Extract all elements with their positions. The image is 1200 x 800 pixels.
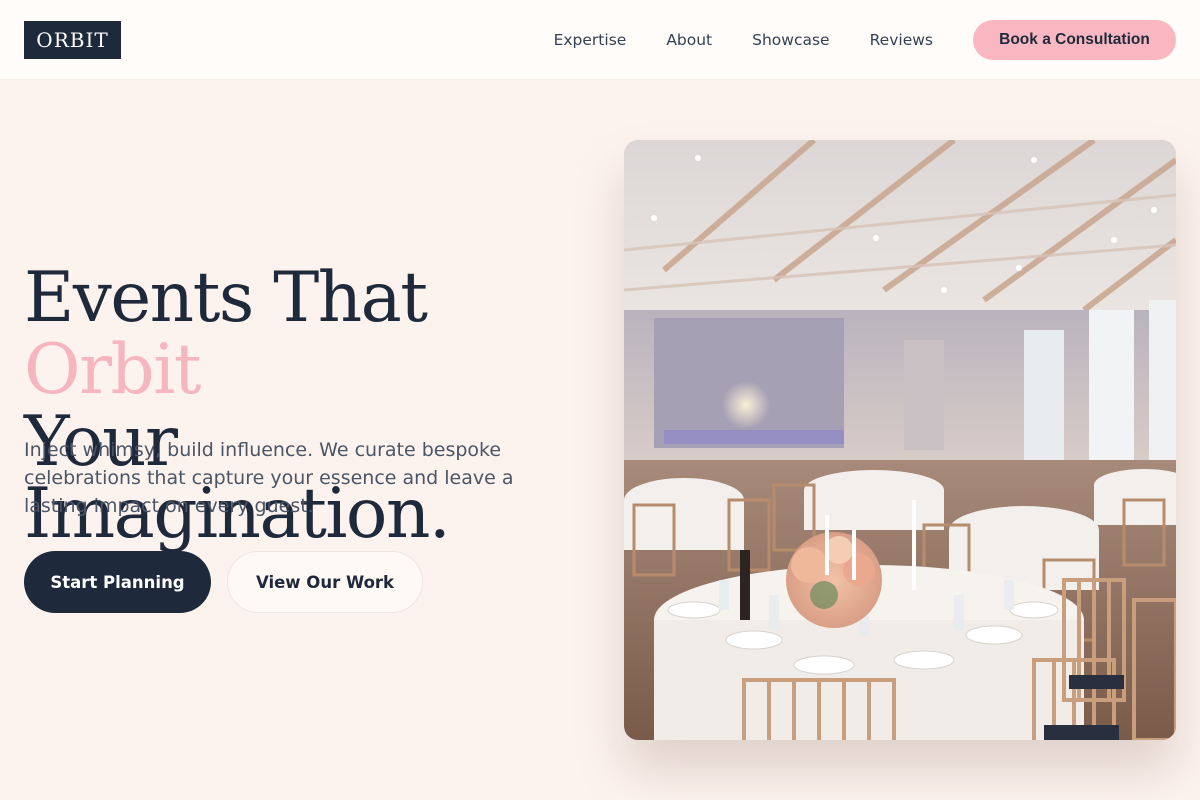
hero-image-banquet-hall: [624, 140, 1176, 740]
main-nav: Expertise About Showcase Reviews Book a …: [554, 19, 1176, 60]
book-consultation-button[interactable]: Book a Consultation: [973, 19, 1176, 60]
nav-link-about[interactable]: About: [666, 31, 712, 49]
hero-title-accent: Orbit: [24, 330, 202, 410]
nav-link-reviews[interactable]: Reviews: [870, 31, 933, 49]
hero-title-start: Events That: [24, 258, 428, 338]
start-planning-button[interactable]: Start Planning: [24, 551, 211, 613]
site-header: ORBIT Expertise About Showcase Reviews B…: [0, 0, 1200, 80]
nav-link-expertise[interactable]: Expertise: [554, 31, 627, 49]
view-our-work-button[interactable]: View Our Work: [227, 551, 423, 613]
logo[interactable]: ORBIT: [24, 20, 121, 59]
hero-subtitle: Inject whimsy, build influence. We curat…: [24, 439, 514, 517]
nav-link-showcase[interactable]: Showcase: [752, 31, 829, 49]
